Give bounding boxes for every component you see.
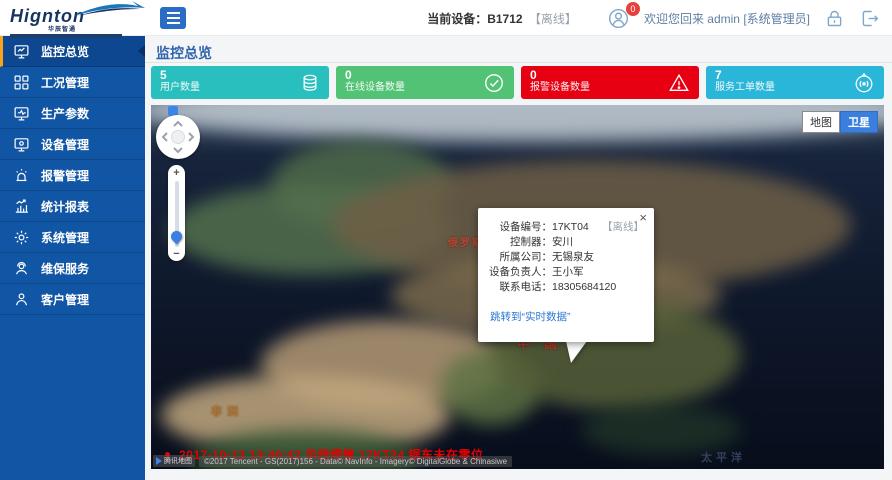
current-device-value: B1712	[487, 12, 522, 26]
realtime-data-link[interactable]: 跳转到“实时数据”	[490, 309, 571, 324]
stat-label: 报警设备数量	[530, 82, 690, 94]
sidebar-item-production-params[interactable]: 生产参数	[0, 98, 145, 129]
stat-value: 0	[530, 69, 690, 82]
brand-logo[interactable]: Hignton 华辰智通	[10, 2, 140, 36]
map-label-africa: 非洲	[211, 403, 243, 419]
stat-label: 用户数量	[160, 82, 320, 94]
alarm-icon	[13, 167, 30, 184]
map-type-toggle: 地图 卫星	[802, 111, 878, 133]
zoom-in-button[interactable]: +	[168, 167, 185, 179]
dashboard-app: Hignton 华辰智通 当前设备：B1712 【离线】 0 欢迎您回来 adm…	[0, 0, 892, 480]
stat-card-users[interactable]: 5 用户数量	[151, 66, 329, 99]
welcome-text: 欢迎您回来 admin [系统管理员]	[644, 10, 810, 27]
pan-center[interactable]	[171, 130, 185, 144]
notification-badge: 0	[626, 2, 640, 16]
stat-value: 0	[345, 69, 505, 82]
lock-icon	[824, 8, 845, 29]
main-content: 监控总览 5 用户数量 0 在线设备数量 0 报警设备数量 7 服务工单数量	[145, 36, 892, 480]
monitor-icon	[13, 105, 30, 122]
popup-row-controller: 控制器： 安川	[486, 235, 644, 250]
popup-row-device-id: 设备编号： 17KT04 【离线】	[486, 220, 644, 235]
current-device-label: 当前设备：	[427, 12, 487, 26]
monitor-icon	[13, 43, 30, 60]
database-icon	[300, 73, 320, 93]
map-provider-logo[interactable]: 腾讯地图	[153, 455, 195, 467]
logo-subtext: 华辰智通	[48, 24, 140, 33]
stat-card-work-orders[interactable]: 7 服务工单数量	[706, 66, 884, 99]
stat-card-online-devices[interactable]: 0 在线设备数量	[336, 66, 514, 99]
title-divider	[145, 62, 892, 63]
gear-icon	[13, 229, 30, 246]
sidebar-item-maintenance-service[interactable]: 维保服务	[0, 253, 145, 284]
user-role: [系统管理员]	[743, 12, 810, 26]
person-icon	[13, 291, 30, 308]
grid-icon	[13, 74, 30, 91]
device-info-popup: × 设备编号： 17KT04 【离线】 控制器： 安川 所属公司： 无锡泉友 设…	[478, 208, 654, 342]
zoom-out-button[interactable]: −	[168, 248, 185, 260]
device-status: 【离线】	[529, 12, 577, 26]
popup-row-owner: 设备负责人： 王小军	[486, 265, 644, 280]
map-zoom-slider[interactable]: + −	[168, 165, 185, 261]
sidebar-item-monitor-overview[interactable]: 监控总览	[0, 36, 145, 67]
notifications-button[interactable]: 0	[607, 7, 630, 30]
logout-icon	[859, 8, 880, 29]
stat-value: 7	[715, 69, 875, 82]
popup-device-status: 【离线】	[602, 220, 644, 235]
sidebar-item-alarm-mgmt[interactable]: 报警管理	[0, 160, 145, 191]
check-circle-icon	[483, 72, 505, 94]
map-landmass	[151, 105, 884, 141]
header: Hignton 华辰智通 当前设备：B1712 【离线】 0 欢迎您回来 adm…	[0, 0, 892, 36]
map-footer: 腾讯地图 ©2017 Tencent - GS(2017)156 - Data©…	[153, 455, 512, 467]
current-device: 当前设备：B1712 【离线】	[427, 10, 577, 27]
popup-tail	[566, 341, 587, 363]
map-attribution: ©2017 Tencent - GS(2017)156 - Data© NavI…	[199, 456, 512, 467]
map-type-map-button[interactable]: 地图	[802, 111, 840, 133]
menu-toggle-button[interactable]	[160, 7, 186, 29]
monitor-icon	[13, 136, 30, 153]
sidebar-item-system-mgmt[interactable]: 系统管理	[0, 222, 145, 253]
stat-card-alarm-devices[interactable]: 0 报警设备数量	[521, 66, 699, 99]
map-landmass	[581, 405, 741, 455]
tencent-logo-icon	[156, 457, 162, 465]
sidebar-item-statistics[interactable]: 统计报表	[0, 191, 145, 222]
warning-triangle-icon	[668, 72, 690, 94]
logout-button[interactable]	[859, 8, 880, 29]
stat-value: 5	[160, 69, 320, 82]
support-agent-icon	[13, 260, 30, 277]
world-map[interactable]: 俄罗斯 中国 非洲 太平洋 + − 地图 卫星 ×	[151, 105, 884, 469]
sidebar-item-customer-mgmt[interactable]: 客户管理	[0, 284, 145, 315]
username[interactable]: admin	[707, 12, 740, 26]
stat-cards-row: 5 用户数量 0 在线设备数量 0 报警设备数量 7 服务工单数量	[151, 66, 884, 99]
sidebar-item-device-mgmt[interactable]: 设备管理	[0, 129, 145, 160]
header-right: 当前设备：B1712 【离线】 0 欢迎您回来 admin [系统管理员]	[427, 0, 880, 36]
map-label-pacific: 太平洋	[701, 449, 746, 465]
sidebar: 监控总览 工况管理 生产参数 设备管理 报警管理 统计报表 系统管理 维保服务	[0, 36, 145, 480]
popup-row-phone: 联系电话： 18305684120	[486, 280, 644, 295]
logo-swoosh-icon	[72, 0, 146, 18]
map-type-satellite-button[interactable]: 卫星	[840, 111, 878, 133]
signal-icon	[853, 72, 875, 94]
lock-button[interactable]	[824, 8, 845, 29]
zoom-thumb[interactable]	[169, 229, 185, 245]
popup-row-company: 所属公司： 无锡泉友	[486, 250, 644, 265]
logo-underline	[10, 34, 122, 38]
page-title: 监控总览	[156, 43, 212, 63]
stat-label: 服务工单数量	[715, 82, 875, 94]
chart-icon	[13, 198, 30, 215]
map-pan-control[interactable]	[156, 115, 200, 159]
sidebar-item-condition-mgmt[interactable]: 工况管理	[0, 67, 145, 98]
close-icon[interactable]: ×	[639, 211, 647, 224]
stat-label: 在线设备数量	[345, 82, 505, 94]
